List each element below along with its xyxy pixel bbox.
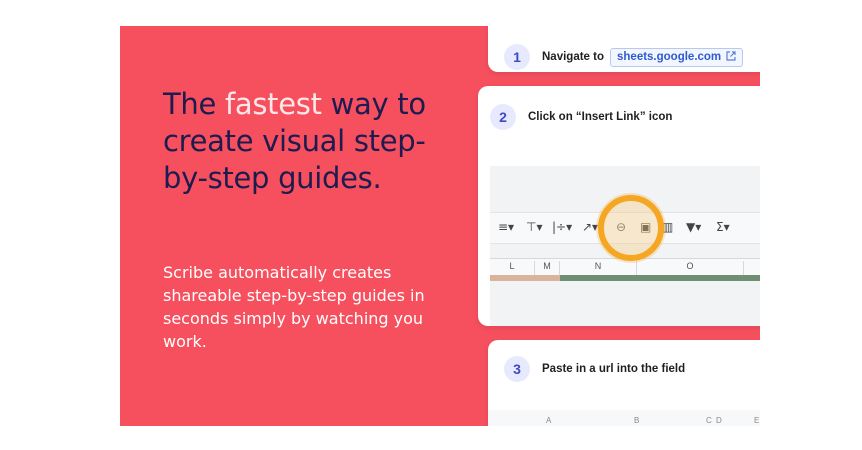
step-row-3: 3 Paste in a url into the field [504, 356, 685, 382]
spreadsheet-screenshot-3: A B C D E [488, 410, 760, 426]
column-header[interactable]: P [744, 261, 760, 275]
vertical-align-icon[interactable]: ⊤▾ [526, 220, 542, 234]
column-header[interactable]: M [535, 261, 560, 275]
hero-panel: The fastest way to create visual step-by… [120, 26, 760, 426]
headline-accent: fastest [224, 87, 322, 121]
hero-headline: The fastest way to create visual step-by… [163, 86, 453, 197]
spreadsheet-screenshot: ≡▾ ⊤▾ |÷▾ ↗▾ ⊖ ▣ ▥ ▼▾ Σ▾ L M N O P [490, 166, 760, 326]
external-link-icon [726, 50, 736, 64]
click-highlight-ring [598, 195, 664, 261]
step-card-1: 1 Navigate to sheets.google.com [488, 26, 760, 72]
text-rotate-icon[interactable]: ↗▾ [582, 220, 598, 234]
step-text-1: Navigate to [542, 51, 604, 63]
column-header[interactable]: N [560, 261, 637, 275]
functions-icon[interactable]: Σ▾ [716, 220, 730, 234]
hero-subtext: Scribe automatically creates shareable s… [163, 263, 425, 351]
column-header: E [754, 416, 760, 425]
column-header: C [706, 416, 712, 425]
headline-pre: The [163, 87, 225, 121]
align-left-icon[interactable]: ≡▾ [498, 220, 514, 234]
column-header[interactable]: O [637, 261, 744, 275]
step-number-1: 1 [504, 44, 530, 70]
filter-icon[interactable]: ▼▾ [686, 220, 701, 234]
step-row-2: 2 Click on “Insert Link” icon [490, 104, 672, 130]
step-card-3: 3 Paste in a url into the field A B C D … [488, 340, 760, 426]
column-header: D [716, 416, 722, 425]
text-wrap-icon[interactable]: |÷▾ [552, 220, 572, 234]
step-number-3: 3 [504, 356, 530, 382]
column-header: B [634, 416, 640, 425]
row-color-band [490, 275, 560, 281]
step-number-2: 2 [490, 104, 516, 130]
step-card-2: 2 Click on “Insert Link” icon ≡▾ ⊤▾ |÷▾ … [478, 86, 760, 326]
step-text-3: Paste in a url into the field [542, 363, 686, 375]
column-header-row: L M N O P [490, 258, 760, 276]
row-color-band [560, 275, 760, 281]
column-header[interactable]: L [490, 261, 535, 275]
column-header: A [546, 416, 552, 425]
url-link[interactable]: sheets.google.com [610, 47, 744, 67]
step-row-1: 1 Navigate to sheets.google.com [504, 44, 744, 70]
step-text-2: Click on “Insert Link” icon [528, 111, 673, 123]
url-text: sheets.google.com [617, 51, 722, 63]
